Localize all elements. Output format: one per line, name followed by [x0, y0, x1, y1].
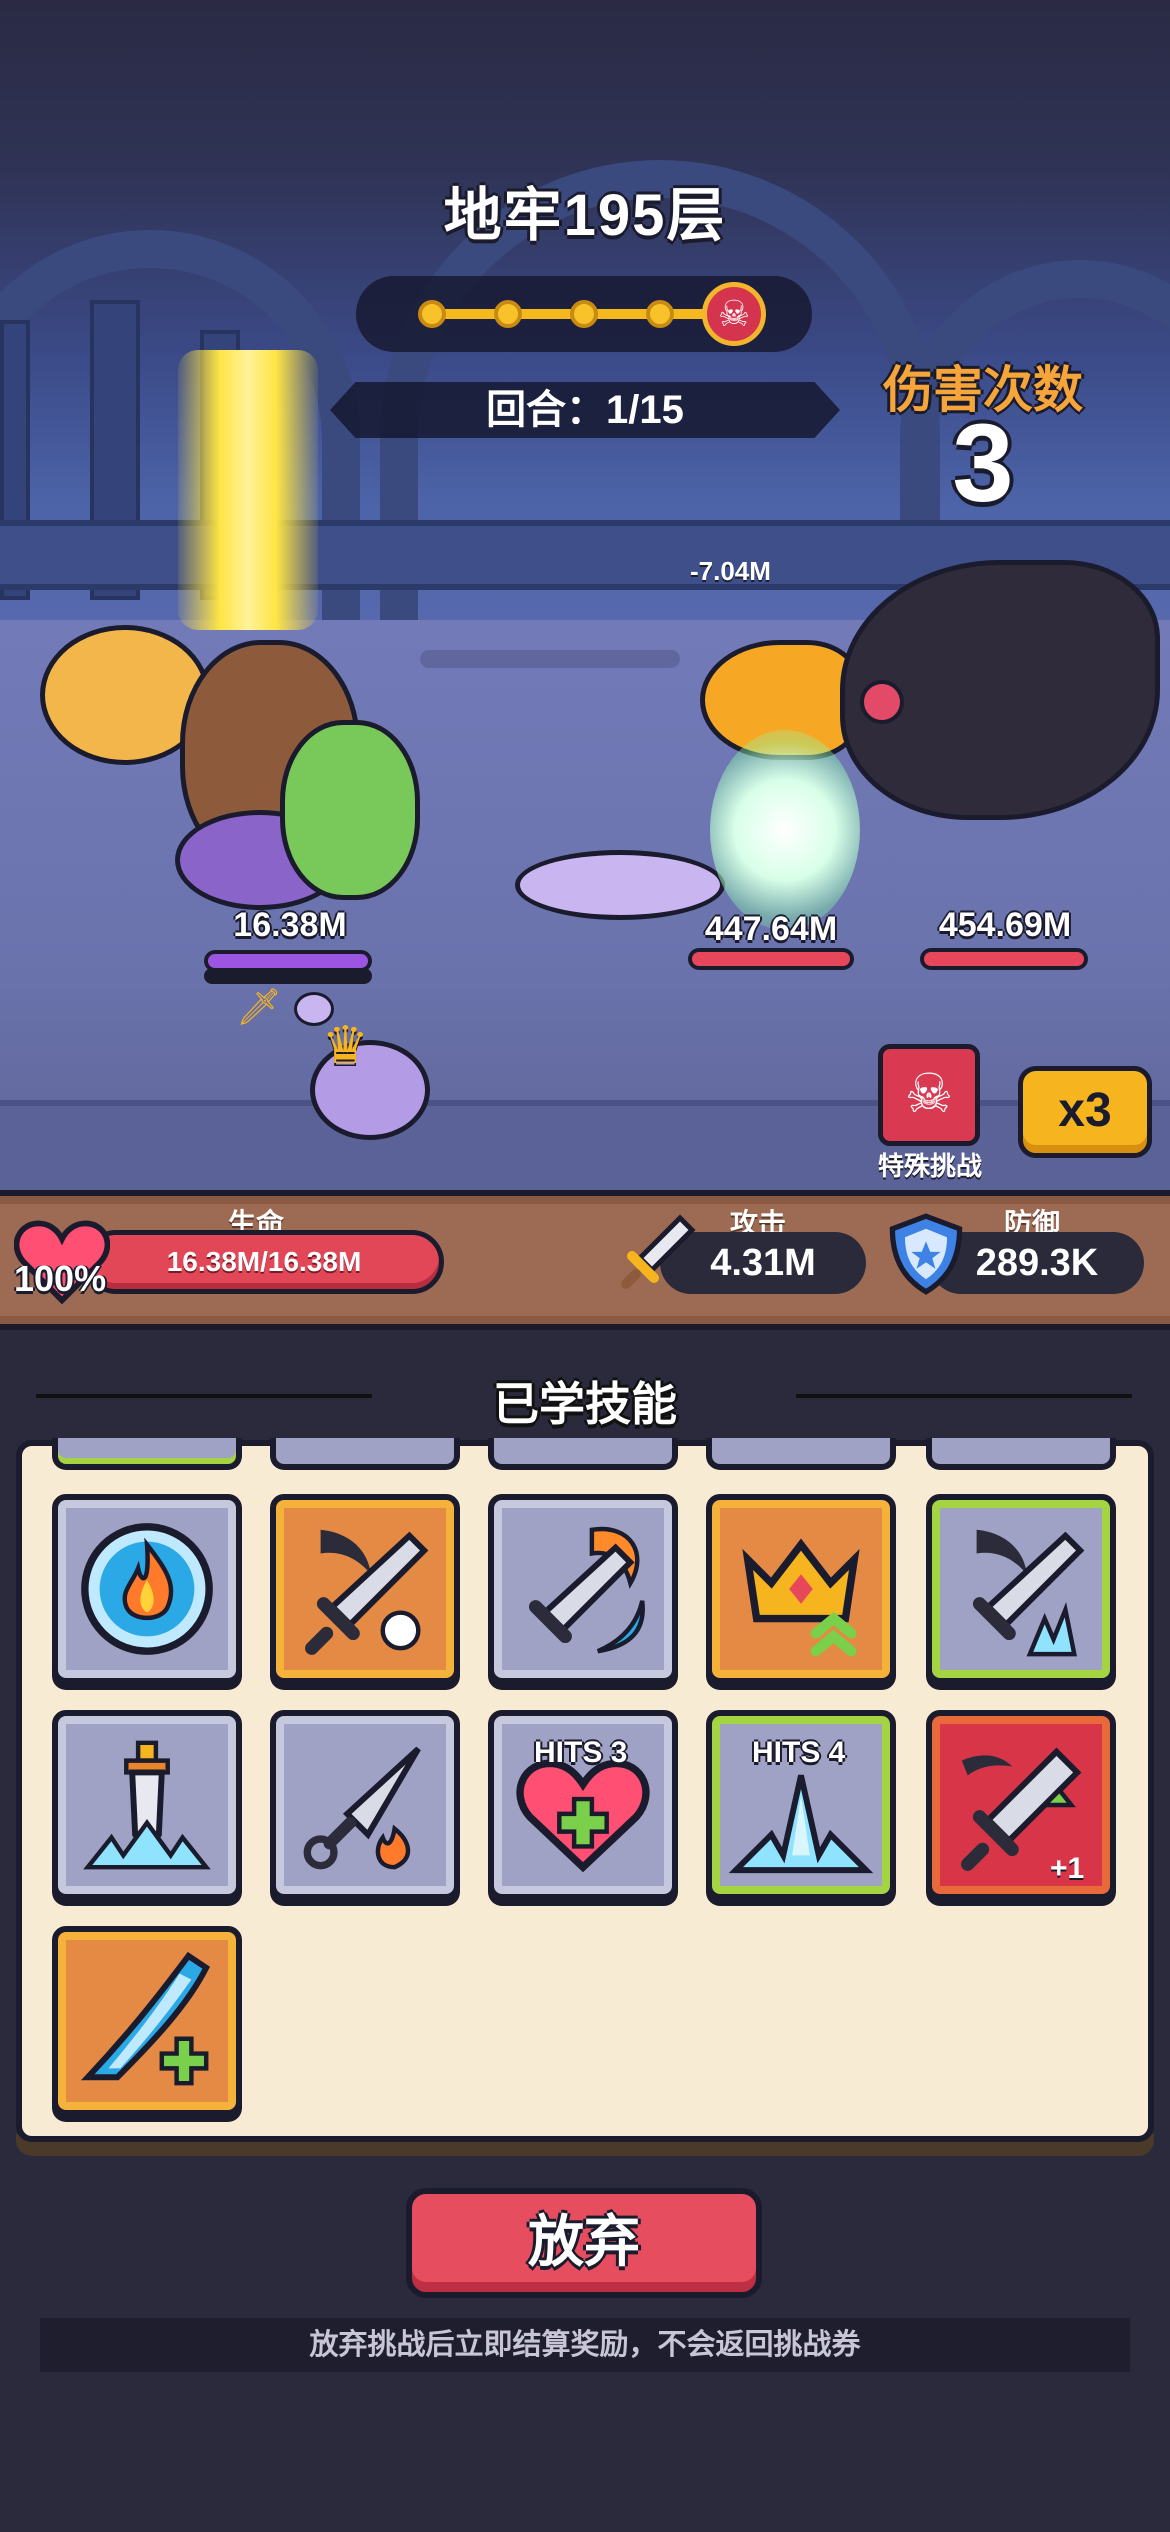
stage-dot [646, 300, 674, 328]
abandon-notice: 放弃挑战后立即结算奖励，不会返回挑战券 [40, 2318, 1130, 2372]
boss-skull-icon: ☠ [702, 282, 766, 346]
water-slash-heal-icon [80, 1951, 211, 2086]
life-percent: 100% [14, 1258, 107, 1299]
fire-orb-icon [81, 1523, 213, 1655]
floating-damage: -7.04M [690, 556, 771, 586]
stage-dot [418, 300, 446, 328]
skill-slot[interactable] [706, 1494, 896, 1684]
turtle-companion [280, 720, 420, 900]
enemy-hp-bar-raven [920, 948, 1088, 970]
skill-slot[interactable]: HITS 3 [488, 1710, 678, 1900]
sword-ice-burst-icon [83, 1740, 211, 1870]
skill-slot-partial[interactable] [270, 1438, 460, 1470]
skill-slot[interactable] [52, 1926, 242, 2116]
scythe-sword-ice-icon [972, 1529, 1085, 1657]
speed-x3-button[interactable]: x3 [1018, 1066, 1152, 1158]
skill-slot-partial[interactable] [52, 1438, 242, 1470]
skill-hits-tag: HITS 4 [752, 1736, 846, 1769]
skill-plus-tag: +1 [1050, 1852, 1085, 1885]
life-value: 16.38M/16.38M [166, 1246, 362, 1277]
skill-hits-tag: HITS 3 [534, 1736, 628, 1769]
skill-slot[interactable] [488, 1494, 678, 1684]
player-hp-fill [208, 954, 368, 968]
skill-slot-partial[interactable] [488, 1438, 678, 1470]
skill-slot[interactable]: +1 [926, 1710, 1116, 1900]
special-challenge-skull-icon[interactable]: ☠ [878, 1044, 980, 1146]
kunai-fire-icon [303, 1746, 421, 1870]
buff-sword-icon: 🗡 [236, 986, 282, 1027]
flaming-sword-wave-icon [528, 1526, 645, 1654]
buff-slime-icon [294, 992, 334, 1026]
scythe-sword-skull-icon [305, 1529, 429, 1655]
skill-slot[interactable] [52, 1710, 242, 1900]
special-challenge-label: 特殊挑战 [877, 1151, 982, 1181]
player-hp-value: 16.38M [233, 906, 347, 944]
skill-slot[interactable] [270, 1710, 460, 1900]
stage-dot [570, 300, 598, 328]
skill-slot-partial[interactable] [926, 1438, 1116, 1470]
skill-slot[interactable]: HITS 4 [706, 1710, 896, 1900]
skill-slot-partial[interactable] [706, 1438, 896, 1470]
enemy-hp-fill-raven [924, 952, 1084, 966]
crown-icon: ♛ [322, 1017, 369, 1075]
crown-upgrade-icon [742, 1538, 860, 1657]
skill-slot[interactable] [52, 1494, 242, 1684]
skill-slot[interactable] [926, 1494, 1116, 1684]
enemy-hp-value-hornbill: 447.64M [704, 910, 838, 948]
round-counter: 回合：1/15 [330, 382, 840, 438]
enemy-hp-fill-hornbill [692, 952, 850, 966]
abandon-button[interactable]: 放弃 [406, 2188, 762, 2298]
sword-icon [621, 1214, 696, 1289]
floor-stripe [420, 650, 680, 668]
stage-dot [494, 300, 522, 328]
enemy-hp-bar-hornbill [688, 948, 854, 970]
hit-flash-effect [710, 730, 860, 930]
hits-count-value: 3 [952, 402, 1014, 525]
battle-scene: 地牢195层 ☠ 回合：1/15 伤害次数 3 -7.04M ♛ 16.38M … [0, 0, 1170, 1190]
player-shield-bar [204, 968, 372, 984]
skill-slot[interactable] [270, 1494, 460, 1684]
shield-icon [889, 1213, 963, 1295]
light-beam-effect [178, 350, 318, 630]
enemy-hp-value-raven: 454.69M [938, 906, 1072, 944]
skills-section-title: 已学技能 [493, 1378, 677, 1430]
level-title: 地牢195层 [443, 183, 727, 248]
raven-eye [860, 680, 904, 724]
